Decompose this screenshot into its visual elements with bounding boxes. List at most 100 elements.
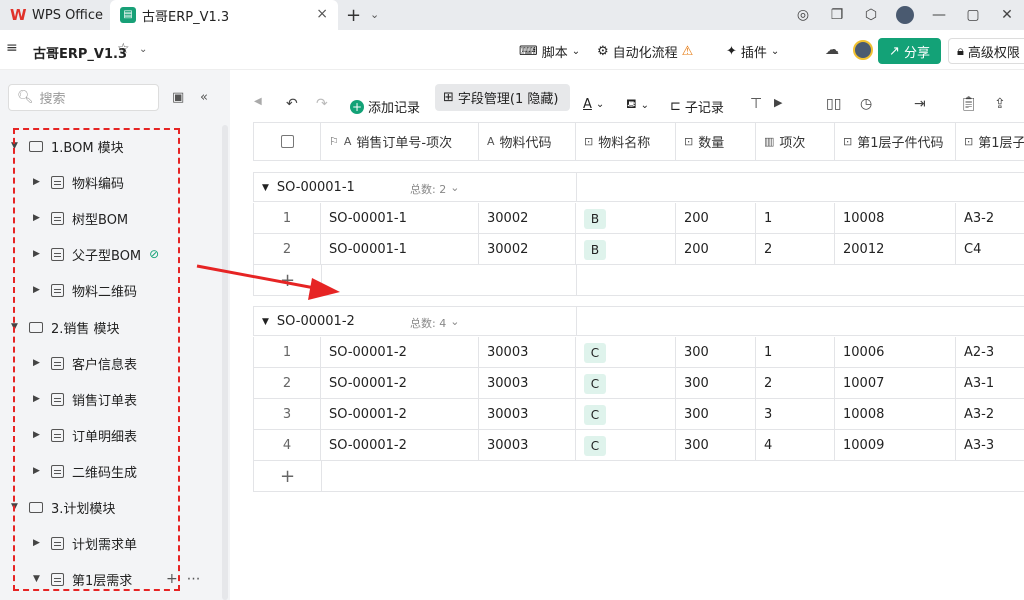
filter-icon[interactable]: ⊤	[750, 96, 762, 112]
column-header-code[interactable]: A 物料代码	[479, 123, 576, 161]
tab-document[interactable]: ▤ 古哥ERP_V1.3 ×	[110, 0, 338, 30]
star-icon[interactable]: ☆	[117, 41, 130, 57]
cell-item[interactable]: 2	[756, 368, 835, 399]
sidebar-scrollbar[interactable]	[222, 125, 228, 600]
cell-item[interactable]: 1	[756, 337, 835, 368]
cell-name[interactable]: C	[576, 337, 676, 368]
table-row[interactable]: 3 SO-00001-2 30003 C 300 3 10008 A3-2	[253, 399, 1024, 430]
cell-qty[interactable]: 200	[676, 234, 756, 265]
collaborator-avatar[interactable]	[853, 40, 873, 60]
more-right-icon[interactable]: ▶	[774, 96, 782, 109]
document-title[interactable]: 古哥ERP_V1.3	[33, 43, 127, 62]
cell-so[interactable]: SO-00001-2	[321, 337, 479, 368]
fill-color-button[interactable]: ⛾ ⌄	[626, 97, 649, 114]
sidebar-search[interactable]: 🔍︎ 搜索	[8, 84, 159, 111]
column-header-item[interactable]: ▥ 项次	[756, 123, 835, 161]
copy-window-icon[interactable]: ❐	[820, 7, 854, 23]
back-icon[interactable]: ◀	[254, 96, 262, 107]
cell-name[interactable]: B	[576, 203, 676, 234]
cloud-sync-icon[interactable]: ☁	[825, 42, 839, 58]
cell-qty[interactable]: 300	[676, 337, 756, 368]
cell-child[interactable]: A3-2	[956, 399, 1024, 430]
add-row-icon[interactable]: +	[280, 270, 295, 291]
table-row[interactable]: 4 SO-00001-2 30003 C 300 4 10009 A3-3	[253, 430, 1024, 461]
group-header[interactable]: ▼ SO-00001-2 总数: 4 ⌄	[253, 306, 1024, 336]
cell-child-code[interactable]: 10007	[835, 368, 956, 399]
cell-child[interactable]: A3-3	[956, 430, 1024, 461]
cell-child-code[interactable]: 10008	[835, 203, 956, 234]
group-count[interactable]: 总数: 4 ⌄	[410, 315, 459, 331]
text-color-button[interactable]: A ⌄	[583, 97, 604, 112]
cell-so[interactable]: SO-00001-2	[321, 399, 479, 430]
cell-code[interactable]: 30003	[479, 430, 576, 461]
menu-icon[interactable]: ≡	[6, 40, 18, 56]
collapse-sidebar-icon[interactable]: «	[200, 90, 208, 105]
cell-child-code[interactable]: 10009	[835, 430, 956, 461]
select-all-header[interactable]	[253, 123, 321, 161]
cube-icon[interactable]: ⬡	[854, 7, 888, 23]
share-button[interactable]: ↗ 分享	[878, 38, 941, 64]
cell-qty[interactable]: 200	[676, 203, 756, 234]
history-icon[interactable]: ◷	[860, 96, 872, 112]
cell-qty[interactable]: 300	[676, 399, 756, 430]
cell-child[interactable]: A3-2	[956, 203, 1024, 234]
table-view-icon[interactable]: ▣	[172, 90, 184, 105]
cell-name[interactable]: C	[576, 399, 676, 430]
cell-name[interactable]: C	[576, 430, 676, 461]
cell-so[interactable]: SO-00001-1	[321, 234, 479, 265]
cell-child-code[interactable]: 20012	[835, 234, 956, 265]
add-row[interactable]: +	[253, 461, 1024, 492]
script-button[interactable]: ⌨ 脚本 ⌄	[519, 42, 580, 61]
new-tab-button[interactable]: +	[346, 5, 361, 26]
cell-child[interactable]: A3-1	[956, 368, 1024, 399]
split-view-icon[interactable]: ▯▯	[826, 96, 841, 112]
cell-qty[interactable]: 300	[676, 368, 756, 399]
plugins-button[interactable]: ✦ 插件 ⌄	[726, 42, 779, 61]
cell-so[interactable]: SO-00001-2	[321, 430, 479, 461]
close-window-icon[interactable]: ✕	[990, 7, 1024, 23]
table-row[interactable]: 1 SO-00001-1 30002 B 200 1 10008 A3-2	[253, 203, 1024, 234]
sub-record-button[interactable]: ⊏ 子记录	[670, 97, 724, 116]
cell-name[interactable]: C	[576, 368, 676, 399]
cell-child[interactable]: A2-3	[956, 337, 1024, 368]
column-header-name[interactable]: ⊡ 物料名称	[576, 123, 676, 161]
cell-item[interactable]: 1	[756, 203, 835, 234]
automation-button[interactable]: ⚙ 自动化流程 ⚠	[597, 42, 693, 61]
cell-child-code[interactable]: 10006	[835, 337, 956, 368]
clipboard-icon[interactable]: 📋︎	[960, 96, 978, 112]
cell-child-code[interactable]: 10008	[835, 399, 956, 430]
group-count[interactable]: 总数: 2 ⌄	[410, 181, 459, 197]
table-row[interactable]: 2 SO-00001-2 30003 C 300 2 10007 A3-1	[253, 368, 1024, 399]
table-row[interactable]: 1 SO-00001-2 30003 C 300 1 10006 A2-3	[253, 337, 1024, 368]
chevron-down-icon[interactable]: ⌄	[139, 44, 147, 55]
add-record-button[interactable]: + 添加记录	[350, 97, 420, 116]
group-header[interactable]: ▼ SO-00001-1 总数: 2 ⌄	[253, 172, 1024, 202]
column-header-child[interactable]: ⊡ 第1层子	[956, 123, 1024, 161]
chevron-down-icon[interactable]: ⌄	[370, 8, 379, 21]
column-header-so[interactable]: ⚐ A 销售订单号-项次	[321, 123, 479, 161]
maximize-icon[interactable]: ▢	[956, 7, 990, 23]
cell-code[interactable]: 30002	[479, 203, 576, 234]
column-header-child-code[interactable]: ⊡ 第1层子件代码	[835, 123, 956, 161]
export-icon[interactable]: ⇥	[914, 96, 926, 112]
cell-code[interactable]: 30003	[479, 399, 576, 430]
cell-so[interactable]: SO-00001-1	[321, 203, 479, 234]
close-tab-icon[interactable]: ×	[316, 6, 328, 22]
add-row[interactable]: +	[253, 265, 1024, 296]
select-all-checkbox[interactable]	[280, 135, 294, 148]
minimize-icon[interactable]: —	[922, 7, 956, 23]
cell-qty[interactable]: 300	[676, 430, 756, 461]
cell-item[interactable]: 3	[756, 399, 835, 430]
cell-code[interactable]: 30002	[479, 234, 576, 265]
cell-so[interactable]: SO-00001-2	[321, 368, 479, 399]
cell-code[interactable]: 30003	[479, 368, 576, 399]
table-row[interactable]: 2 SO-00001-1 30002 B 200 2 20012 C4	[253, 234, 1024, 265]
user-avatar[interactable]	[888, 6, 922, 24]
tab-wps-office[interactable]: W WPS Office	[0, 0, 108, 30]
cell-item[interactable]: 4	[756, 430, 835, 461]
column-header-qty[interactable]: ⊡ 数量	[676, 123, 756, 161]
field-manage-button[interactable]: ⊞ 字段管理(1 隐藏)	[435, 84, 570, 111]
undo-icon[interactable]: ↶	[286, 96, 298, 112]
ai-assistant-icon[interactable]: ◎	[786, 7, 820, 23]
cell-code[interactable]: 30003	[479, 337, 576, 368]
